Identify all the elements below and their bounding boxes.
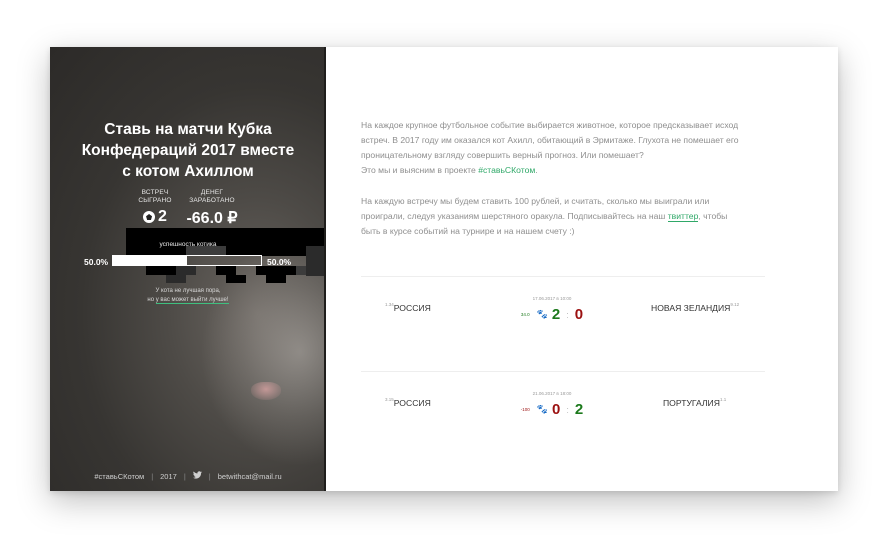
bet-result: -100 <box>520 407 530 412</box>
text-prefix: Это мы и выясним в проекте <box>361 165 479 175</box>
rules-paragraph: На каждую встречу мы будем ставить 100 р… <box>361 194 761 239</box>
year-text: 2017 <box>160 471 177 481</box>
text-suffix: , чтобы <box>698 211 728 221</box>
note-line: У кота не лучшая пора, <box>155 288 221 294</box>
paw-icon: 🐾 <box>536 309 548 319</box>
away-score: 0 <box>574 306 584 323</box>
text-line: встреч. В 2017 году им оказался кот Ахил… <box>361 135 739 145</box>
success-label: успешность котика <box>159 241 217 248</box>
page-title: Ставь на матчи Кубка Конфедераций 2017 в… <box>50 119 326 182</box>
pixel-block <box>146 266 176 275</box>
match-row[interactable]: 1.34РОССИЯ 17.06.2017 в 10:00 34.0 🐾 2 :… <box>361 276 765 323</box>
money-earned-stat: денег заработано -66.0 ₽ <box>172 189 252 228</box>
text-line: проницательному взгляду совершить верный… <box>361 150 644 160</box>
away-odds: 9.12 <box>730 302 740 307</box>
match-row[interactable]: 3.15РОССИЯ 21.06.2017 в 18:00 -100 🐾 0 :… <box>361 371 765 418</box>
money-value: -66.0 ₽ <box>186 210 238 227</box>
pixel-block <box>306 246 326 276</box>
text-suffix: . <box>535 165 538 175</box>
note-line: но у вас может выйти лучше! <box>50 296 326 305</box>
hashtag-link[interactable]: #ставьСКотом <box>94 472 144 481</box>
away-score: 2 <box>574 401 584 418</box>
pixel-block <box>176 266 196 275</box>
away-team-name: ПОРТУГАЛИЯ <box>663 398 720 408</box>
pixel-block <box>166 275 186 283</box>
note-prefix: но <box>147 297 156 303</box>
twitter-icon[interactable] <box>192 471 202 481</box>
bet-result: 34.0 <box>520 312 530 317</box>
score-separator: : <box>566 404 569 415</box>
pixel-block <box>226 275 246 283</box>
sidebar-footer: #ставьСКотом | 2017 | | betwithcat@mail.… <box>50 471 326 481</box>
success-percent-right: 50.0% <box>267 257 292 267</box>
intro-paragraph: На каждое крупное футбольное событие выб… <box>361 118 761 178</box>
score-separator: : <box>566 309 569 320</box>
title-line: с котом Ахиллом <box>122 163 254 180</box>
paw-icon: 🐾 <box>536 404 549 414</box>
success-percent-left: 50.0% <box>84 257 109 267</box>
home-score: 2 <box>551 306 561 323</box>
divider: | <box>151 471 154 481</box>
divider: | <box>183 471 186 481</box>
success-progress-bar <box>112 255 262 266</box>
email-link[interactable]: betwithcat@mail.ru <box>218 472 282 481</box>
main-content: На каждое крупное футбольное событие выб… <box>326 47 838 491</box>
project-hashtag-link[interactable]: #ставьСКотом <box>478 165 535 175</box>
match-date: 17.06.2017 в 10:00 <box>532 296 572 301</box>
success-progress-fill <box>113 256 187 265</box>
text-line: проиграли, следуя указаниям шерстяного о… <box>361 209 761 224</box>
title-line: Конфедераций 2017 вместе <box>81 142 295 159</box>
soccer-ball-icon <box>143 211 156 223</box>
away-team-name: НОВАЯ ЗЕЛАНДИЯ <box>651 303 731 313</box>
money-label: денег <box>200 189 224 196</box>
pixel-block <box>216 266 236 275</box>
better-odds-link[interactable]: у вас может выйти лучше! <box>155 297 229 304</box>
text-prefix: проиграли, следуя указаниям шерстяного о… <box>361 211 668 221</box>
text-line: Это мы и выясним в проекте #ставьСКотом. <box>361 163 761 178</box>
games-count: 2 <box>158 208 167 225</box>
pixel-block <box>296 266 306 275</box>
home-score: 0 <box>552 401 561 418</box>
cat-note: У кота не лучшая пора, но у вас может вы… <box>50 287 326 305</box>
twitter-link[interactable]: твиттер <box>667 211 699 222</box>
away-team: ПОРТУГАЛИЯ1.1 <box>663 397 726 408</box>
divider: | <box>208 471 211 481</box>
money-label: заработано <box>189 197 235 204</box>
page-window: Ставь на матчи Кубка Конфедераций 2017 в… <box>50 47 838 491</box>
away-team: НОВАЯ ЗЕЛАНДИЯ9.12 <box>651 302 739 313</box>
text-line: быть в курсе событий на турнире и на наш… <box>361 226 575 236</box>
text-line: На каждое крупное футбольное событие выб… <box>361 120 739 130</box>
pixel-block <box>256 266 296 275</box>
sidebar-panel: Ставь на матчи Кубка Конфедераций 2017 в… <box>50 47 326 491</box>
match-date: 21.06.2017 в 18:00 <box>532 391 572 396</box>
text-line: На каждую встречу мы будем ставить 100 р… <box>361 196 710 206</box>
title-line: Ставь на матчи Кубка <box>104 121 272 138</box>
cat-nose <box>251 382 281 400</box>
away-odds: 1.1 <box>719 397 727 402</box>
pixel-block <box>266 275 286 283</box>
